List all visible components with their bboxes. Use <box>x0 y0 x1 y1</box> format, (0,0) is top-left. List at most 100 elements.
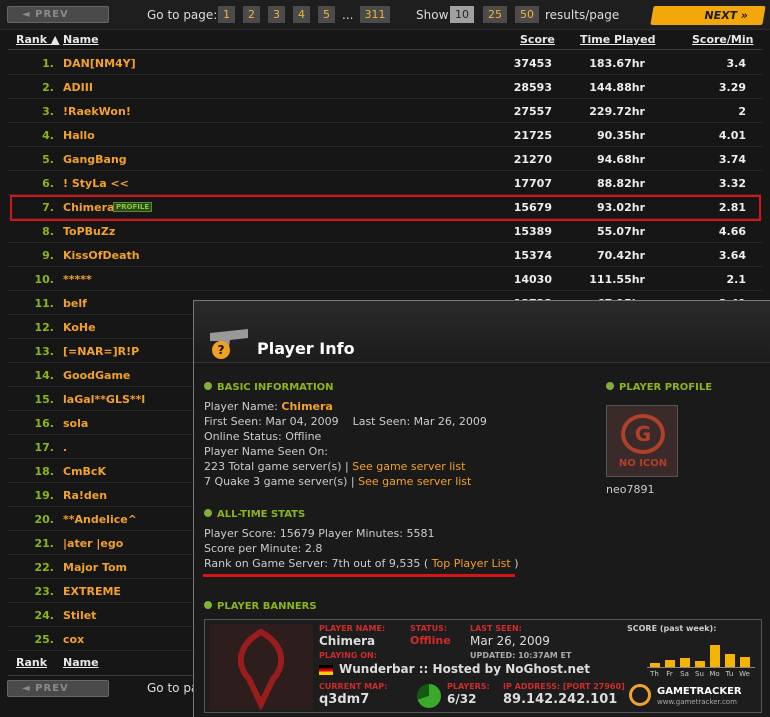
player-name-link[interactable]: GangBang <box>63 153 127 166</box>
day-label: Su <box>695 670 704 678</box>
score-cell: 15374 <box>513 249 552 262</box>
day-label: Fr <box>666 670 673 678</box>
table-row: 5. GangBang 21270 94.68hr 3.74 <box>8 147 762 171</box>
rank-underline <box>203 574 515 577</box>
player-name-link[interactable]: |ater |ego <box>63 537 123 550</box>
player-name-link[interactable]: cox <box>63 633 84 646</box>
player-name-link[interactable]: . <box>63 441 67 454</box>
table-row: 1. DAN[NM4Y] 37453 183.67hr 3.4 <box>8 51 762 75</box>
page-5[interactable]: 5 <box>318 6 335 23</box>
banner-players-label: PLAYERS: <box>447 682 490 691</box>
time-cell: 88.82hr <box>596 177 645 190</box>
spm-cell: 3.4 <box>726 57 747 70</box>
spm-cell: 4.66 <box>718 225 746 238</box>
banner-last-label: LAST SEEN: <box>470 624 522 633</box>
rank-cell: 4. <box>42 129 54 142</box>
rank-cell: 15. <box>34 393 55 406</box>
show-10[interactable]: 10 <box>450 6 474 23</box>
player-name-link[interactable]: GoodGame <box>63 369 130 382</box>
player-name-link[interactable]: CmBcK <box>63 465 106 478</box>
col-score[interactable]: Score <box>520 33 555 49</box>
spm-cell: 3.74 <box>718 153 746 166</box>
score-cell: 21725 <box>513 129 552 142</box>
see-quake-list-link[interactable]: See game server list <box>358 475 471 488</box>
spm-cell: 3.32 <box>718 177 746 190</box>
player-name-link[interactable]: ADIII <box>63 81 93 94</box>
quake-servers-line: 7 Quake 3 game server(s) | See game serv… <box>204 475 472 488</box>
col-score-per-min[interactable]: Score/Min <box>692 33 753 49</box>
bullet-icon <box>606 382 614 390</box>
rank-cell: 3. <box>42 105 54 118</box>
player-name-link[interactable]: belf <box>63 297 87 310</box>
profile-header: PLAYER PROFILE <box>606 382 712 393</box>
prev-button-bottom[interactable]: ◄ PREV <box>7 680 109 697</box>
player-name-link[interactable]: EXTREME <box>63 585 121 598</box>
avatar[interactable]: G NO ICON <box>606 405 678 477</box>
time-cell: 183.67hr <box>589 57 645 70</box>
page-3[interactable]: 3 <box>268 6 285 23</box>
player-name-link[interactable]: sola <box>63 417 88 430</box>
next-button[interactable]: NEXT » <box>650 6 766 25</box>
rank-cell: 17. <box>34 441 55 454</box>
name-seen-on: Player Name Seen On: <box>204 445 328 458</box>
rank-cell: 23. <box>34 585 55 598</box>
player-name-link[interactable]: [=NAR=]R!P <box>63 345 139 358</box>
table-row: 9. KissOfDeath 15374 70.42hr 3.64 <box>8 243 762 267</box>
gametracker-icon <box>629 684 651 706</box>
time-cell: 94.68hr <box>596 153 645 166</box>
banner-ip-label: IP ADDRESS: [PORT 27960] <box>503 682 625 691</box>
results-label: results/page <box>545 8 620 22</box>
profile-username[interactable]: neo7891 <box>606 483 654 496</box>
player-name-link[interactable]: laGal**GLS**l <box>63 393 145 406</box>
show-50[interactable]: 50 <box>515 6 539 23</box>
page-311[interactable]: 311 <box>360 6 390 23</box>
players-pie-icon <box>417 684 441 708</box>
gametracker-logo-icon: G <box>621 414 665 454</box>
col-time-played[interactable]: Time Played <box>580 33 655 49</box>
player-name-link[interactable]: ***** <box>63 273 92 286</box>
prev-button[interactable]: ◄ PREV <box>7 6 109 23</box>
footer-col-rank[interactable]: Rank <box>16 656 47 672</box>
player-name-link[interactable]: Hallo <box>63 129 95 142</box>
player-name-link[interactable]: **Andelice^ <box>63 513 137 526</box>
player-name-link[interactable]: ! StyLa << <box>63 177 129 190</box>
first-seen: First Seen: Mar 04, 2009 Last Seen: Mar 2… <box>204 415 487 428</box>
col-name[interactable]: Name <box>63 33 99 49</box>
score-week-chart: SCORE (past week): Th Fr Sa Su Mo Tu We <box>627 624 759 682</box>
player-name-link[interactable]: KoHe <box>63 321 96 334</box>
no-icon-label: NO ICON <box>618 458 668 469</box>
player-info-panel: ? Player Info BASIC INFORMATION Player N… <box>193 300 770 717</box>
banner-server: Wunderbar :: Hosted by NoGhost.net <box>339 662 590 676</box>
banner-name: Chimera <box>319 634 376 648</box>
banner-map: q3dm7 <box>319 692 370 707</box>
player-banner[interactable]: PLAYER NAME: Chimera STATUS: Offline LAS… <box>204 619 762 713</box>
show-25[interactable]: 25 <box>483 6 507 23</box>
rank-cell: 24. <box>34 609 55 622</box>
rank-cell: 2. <box>42 81 54 94</box>
rank-cell: 22. <box>34 561 55 574</box>
spm-line: Score per Minute: 2.8 <box>204 542 323 555</box>
col-rank[interactable]: Rank ▲ <box>16 33 59 49</box>
player-name-link[interactable]: ToPBuZz <box>63 225 115 238</box>
rank-cell: 10. <box>34 273 55 286</box>
player-name-link[interactable]: KissOfDeath <box>63 249 140 262</box>
player-name-link[interactable]: Ra!den <box>63 489 107 502</box>
player-name-link[interactable]: DAN[NM4Y] <box>63 57 136 70</box>
rank-cell: 6. <box>42 177 54 190</box>
day-label: Mo <box>709 670 720 678</box>
player-name-link[interactable]: !RaekWon! <box>63 105 131 118</box>
see-server-list-link[interactable]: See game server list <box>352 460 465 473</box>
spm-cell: 2 <box>738 105 746 118</box>
rank-cell: 18. <box>34 465 55 478</box>
player-name-link[interactable]: Stilet <box>63 609 96 622</box>
banner-status-label: STATUS: <box>410 624 448 633</box>
top-player-list-link[interactable]: Top Player List <box>432 557 511 570</box>
page-4[interactable]: 4 <box>293 6 310 23</box>
page-1[interactable]: 1 <box>218 6 235 23</box>
footer-col-name[interactable]: Name <box>63 656 99 672</box>
player-name-link[interactable]: Major Tom <box>63 561 127 574</box>
day-label: Sa <box>680 670 689 678</box>
panel-title: Player Info <box>257 339 355 358</box>
page-2[interactable]: 2 <box>243 6 260 23</box>
spm-cell: 3.29 <box>718 81 746 94</box>
